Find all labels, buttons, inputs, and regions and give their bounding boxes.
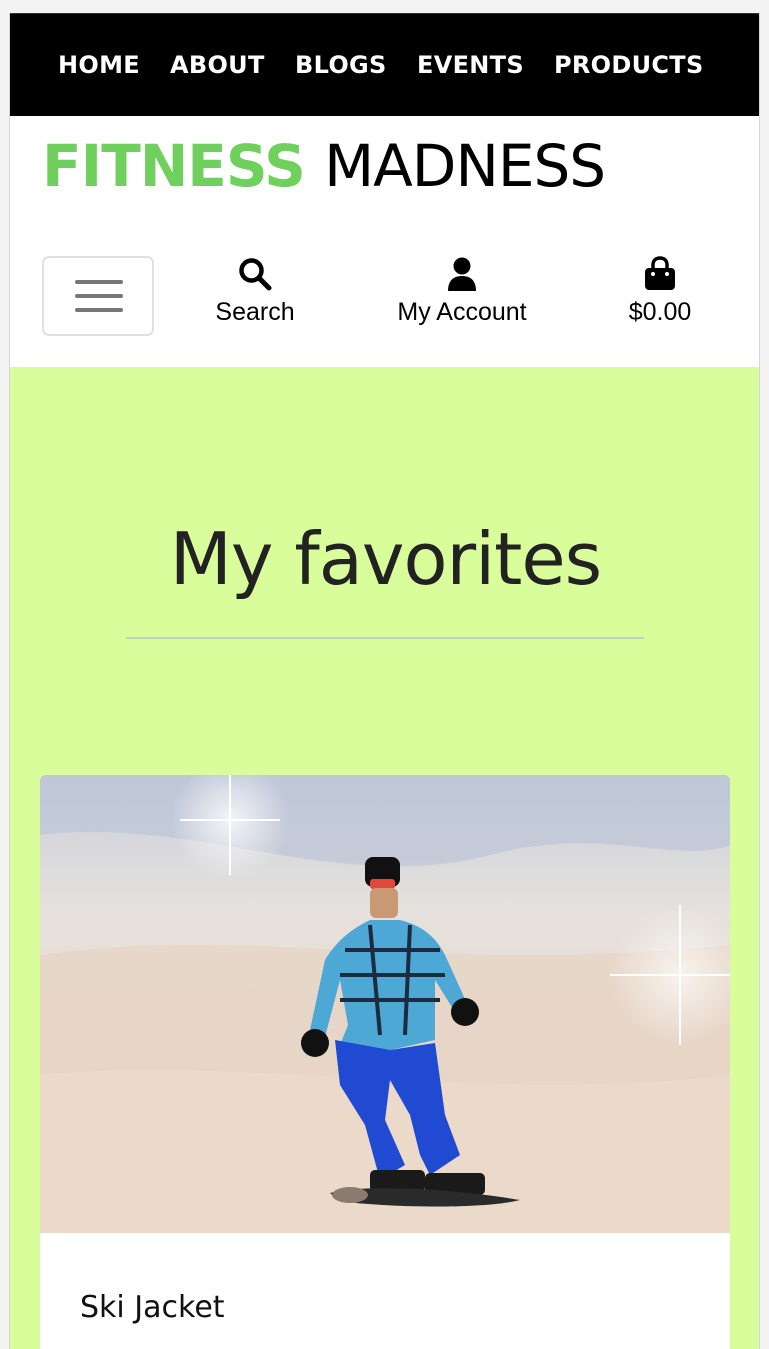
site-logo[interactable]: FITNESS MADNESS: [42, 137, 606, 195]
nav-products-link[interactable]: PRODUCTS: [554, 51, 704, 79]
favorite-card[interactable]: Ski Jacket: [40, 775, 730, 1349]
favorites-section: My favorites Ski Jacket: [10, 367, 759, 1349]
logo-fitness: FITNESS: [42, 132, 306, 200]
nav-events-link[interactable]: EVENTS: [417, 51, 524, 79]
nav-about-link[interactable]: ABOUT: [170, 51, 265, 79]
cart-button[interactable]: $0.00: [615, 256, 705, 327]
shopping-bag-icon: [645, 256, 675, 290]
nav-home-link[interactable]: HOME: [58, 51, 140, 79]
top-navigation: HOME ABOUT BLOGS EVENTS PRODUCTS: [10, 13, 759, 116]
page-frame: HOME ABOUT BLOGS EVENTS PRODUCTS FITNESS…: [9, 13, 760, 1349]
page-title: My favorites: [169, 517, 602, 601]
search-button[interactable]: Search: [205, 256, 305, 327]
search-label: Search: [215, 298, 295, 326]
search-icon: [239, 258, 272, 291]
cart-total: $0.00: [628, 298, 692, 326]
favorite-item-name[interactable]: Ski Jacket: [80, 1290, 225, 1325]
user-icon: [448, 257, 476, 291]
my-account-button[interactable]: My Account: [382, 256, 542, 327]
snowboarder-photo: [40, 775, 730, 1233]
nav-blogs-link[interactable]: BLOGS: [295, 51, 387, 79]
logo-madness: MADNESS: [324, 132, 606, 200]
my-account-label: My Account: [397, 298, 527, 326]
title-divider: [126, 637, 644, 639]
menu-toggle-button[interactable]: [42, 256, 154, 336]
